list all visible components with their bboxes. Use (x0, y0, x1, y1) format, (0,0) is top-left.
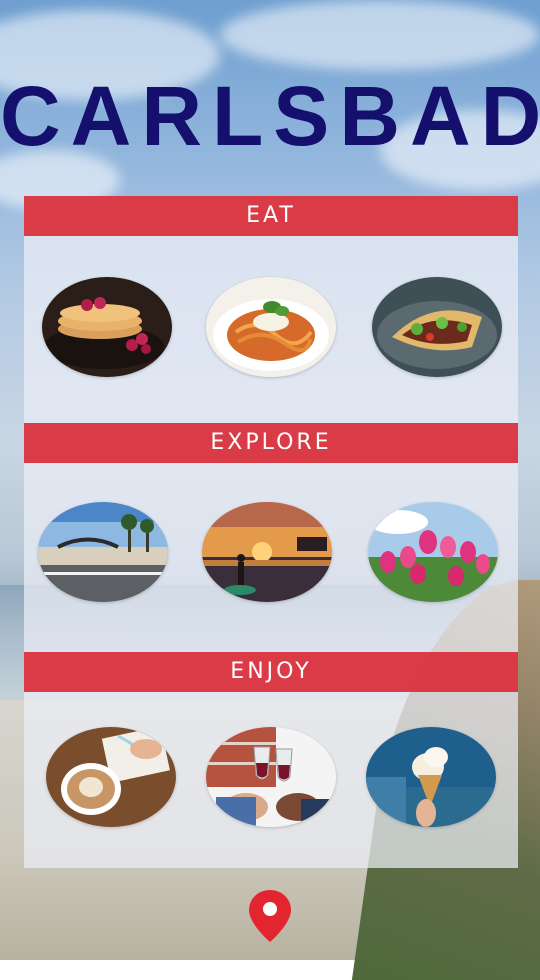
enjoy-row (24, 725, 518, 829)
page-title: CARLSBAD (0, 69, 540, 163)
eat-row (24, 275, 518, 379)
tacos-photo[interactable] (372, 277, 502, 377)
village-arch-photo[interactable] (38, 502, 168, 602)
section-header-eat: EAT (24, 196, 518, 236)
map-pin-icon[interactable] (246, 888, 294, 944)
pancakes-photo[interactable] (42, 277, 172, 377)
section-header-enjoy: ENJOY (24, 652, 518, 692)
pasta-photo[interactable] (206, 277, 336, 377)
explore-row (24, 500, 518, 604)
ice-cream-photo[interactable] (366, 727, 496, 827)
latte-photo[interactable] (46, 727, 176, 827)
wine-toast-photo[interactable] (206, 727, 336, 827)
paddleboard-sunset-photo[interactable] (202, 502, 332, 602)
section-header-explore: EXPLORE (24, 423, 518, 463)
tulips-photo[interactable] (368, 502, 498, 602)
